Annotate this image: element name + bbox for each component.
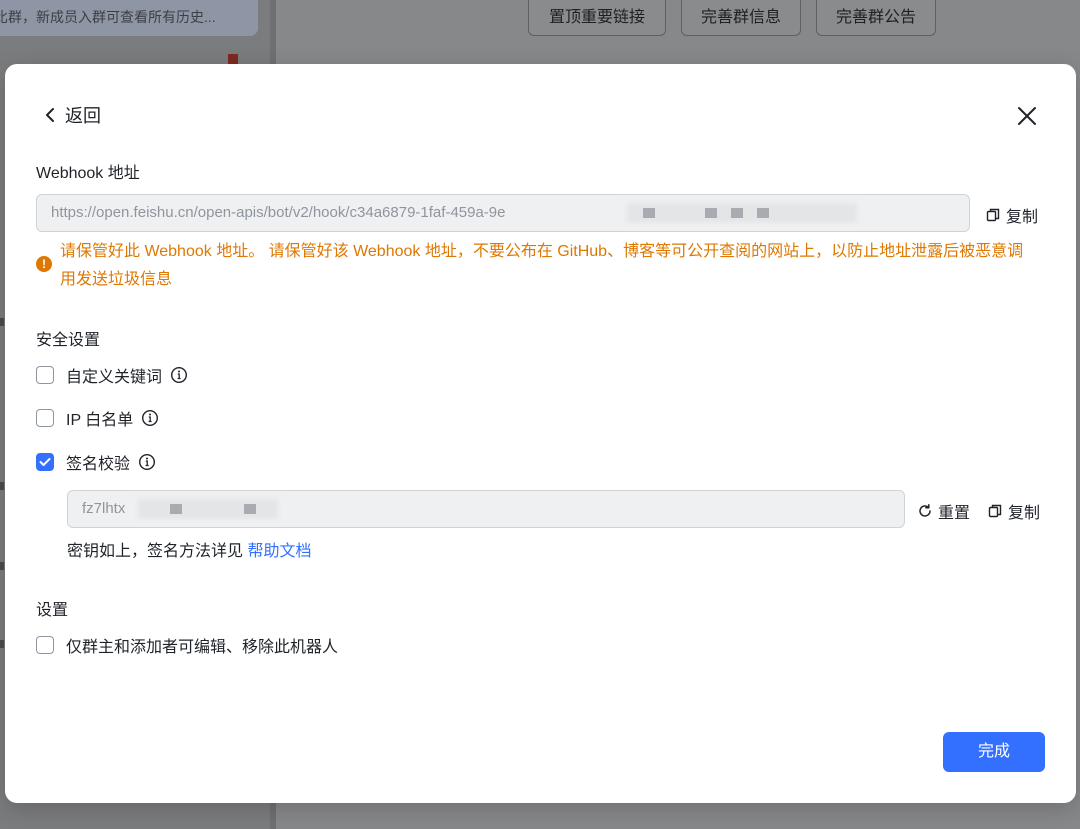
close-icon[interactable] (1015, 104, 1039, 128)
pin-links-button[interactable]: 置顶重要链接 (528, 0, 666, 36)
redaction-block (170, 504, 182, 514)
signature-checkbox[interactable] (36, 453, 54, 471)
hint-text: 密钥如上，签名方法详见 (67, 543, 248, 560)
signature-option[interactable]: 签名校验 (36, 450, 156, 474)
copy-label: 复制 (1008, 505, 1041, 522)
warning-text: 请保管好此 Webhook 地址。 请保管好该 Webhook 地址，不要公布在… (60, 243, 1024, 288)
checkmark-icon (39, 458, 51, 466)
redaction-block (757, 208, 769, 218)
background-chat-preview: 比群，新成员入群可查看所有历史... (0, 0, 258, 36)
owner-only-label: 仅群主和添加者可编辑、移除此机器人 (66, 639, 339, 656)
warning-icon: ! (36, 256, 52, 272)
keyword-option[interactable]: 自定义关键词 (36, 363, 188, 387)
copy-icon (988, 504, 1002, 518)
refresh-icon (919, 504, 931, 517)
group-notice-button[interactable]: 完善群公告 (816, 0, 936, 36)
signature-option-label: 签名校验 (66, 456, 131, 473)
bot-settings-dialog: 返回 Webhook 地址 https://open.feishu.cn/ope… (5, 64, 1076, 803)
webhook-label: Webhook 地址 (36, 165, 140, 182)
info-icon[interactable] (141, 409, 159, 427)
keyword-checkbox[interactable] (36, 366, 54, 384)
flag-icon (228, 54, 238, 64)
edge-mark (0, 482, 4, 490)
edge-mark (0, 562, 4, 570)
back-label: 返回 (65, 106, 101, 126)
webhook-url-field[interactable]: https://open.feishu.cn/open-apis/bot/v2/… (36, 194, 970, 232)
back-button[interactable]: 返回 (43, 102, 101, 128)
secret-key-field[interactable]: fz7lhtx (67, 490, 905, 528)
help-doc-link[interactable]: 帮助文档 (247, 543, 311, 560)
redaction-block (643, 208, 655, 218)
settings-label: 设置 (36, 602, 69, 619)
ip-whitelist-label: IP 白名单 (66, 412, 134, 429)
security-settings-label: 安全设置 (36, 332, 101, 349)
edge-mark (0, 640, 4, 648)
redaction-block (731, 208, 743, 218)
secret-copy-button[interactable]: 复制 (987, 499, 1040, 523)
webhook-copy-button[interactable]: 复制 (985, 203, 1038, 227)
webhook-warning: ! 请保管好此 Webhook 地址。 请保管好该 Webhook 地址，不要公… (36, 238, 1036, 294)
ip-whitelist-checkbox[interactable] (36, 409, 54, 427)
background-preview-text: 比群，新成员入群可查看所有历史... (0, 9, 216, 25)
redaction-block (705, 208, 717, 218)
copy-label: 复制 (1006, 209, 1039, 226)
group-info-button[interactable]: 完善群信息 (681, 0, 801, 36)
ip-whitelist-option[interactable]: IP 白名单 (36, 406, 159, 430)
info-icon[interactable] (170, 366, 188, 384)
done-button[interactable]: 完成 (943, 732, 1045, 772)
reset-label: 重置 (938, 505, 971, 522)
redaction-block (244, 504, 256, 514)
webhook-url-value: https://open.feishu.cn/open-apis/bot/v2/… (51, 204, 506, 221)
redaction-blur (138, 499, 278, 519)
owner-only-option[interactable]: 仅群主和添加者可编辑、移除此机器人 (36, 633, 338, 657)
secret-key-value: fz7lhtx (82, 500, 126, 517)
edge-mark (0, 318, 4, 326)
owner-only-checkbox[interactable] (36, 636, 54, 654)
chevron-left-icon (46, 108, 54, 122)
info-icon[interactable] (138, 453, 156, 471)
secret-hint: 密钥如上，签名方法详见 帮助文档 (67, 537, 311, 561)
reset-secret-button[interactable]: 重置 (917, 499, 970, 523)
keyword-option-label: 自定义关键词 (66, 369, 163, 386)
copy-icon (986, 208, 1000, 222)
